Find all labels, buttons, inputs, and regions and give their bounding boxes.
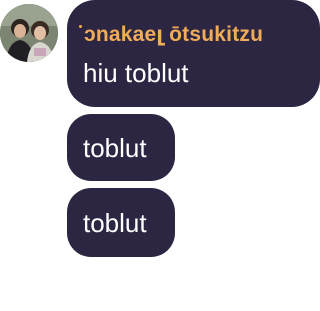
chat-message-group: ↄnakaeլ ōtsukitzu hiu toblut toblut tobl… — [0, 0, 320, 311]
message-text: toblut — [83, 208, 147, 238]
message-bubble[interactable]: toblut — [67, 114, 175, 181]
avatar-photo — [0, 4, 58, 62]
message-bubble[interactable]: ↄnakaeլ ōtsukitzu hiu toblut — [67, 0, 320, 107]
message-text: hiu toblut — [83, 58, 189, 88]
message-text: toblut — [83, 133, 147, 163]
author-name[interactable]: ↄnakaeլ ōtsukitzu — [78, 22, 263, 47]
message-bubble[interactable]: toblut — [67, 188, 175, 257]
user-avatar[interactable] — [0, 4, 58, 62]
